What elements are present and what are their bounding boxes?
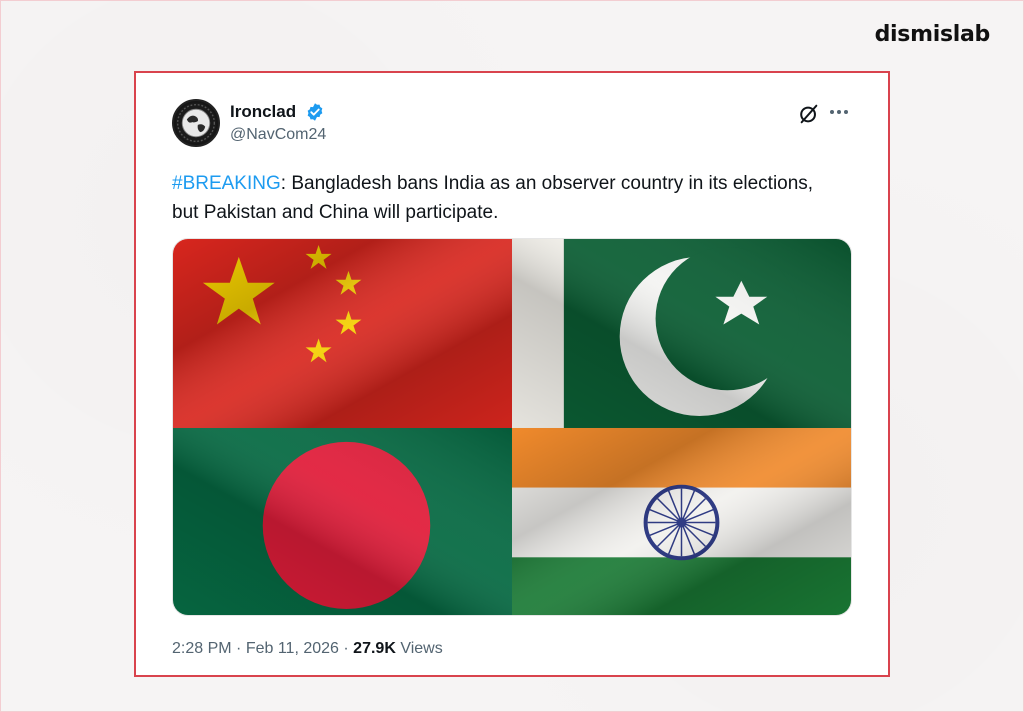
- more-options-icon[interactable]: [828, 101, 850, 123]
- brand-logo: dismislab: [874, 22, 991, 47]
- tweet-card: Ironclad @NavCom24 #BREAKING: Bangladesh…: [134, 71, 890, 677]
- author-display-name[interactable]: Ironclad: [230, 102, 296, 122]
- bangladesh-flag: [173, 427, 512, 615]
- views-count: 27.9K: [353, 640, 396, 657]
- india-flag: [512, 427, 851, 615]
- meta-separator: ·: [236, 640, 242, 657]
- views-label: Views: [400, 640, 443, 657]
- verified-badge-icon: [307, 103, 323, 121]
- tweet-text: #BREAKING: Bangladesh bans India as an o…: [172, 169, 832, 227]
- hashtag-link[interactable]: #BREAKING: [172, 173, 281, 194]
- tweet-meta: 2:28 PM · Feb 11, 2026 · 27.9K Views: [172, 640, 443, 658]
- pakistan-flag: [512, 239, 851, 428]
- china-flag: [173, 239, 512, 428]
- avatar[interactable]: [172, 99, 220, 147]
- globe-avatar-icon: [175, 102, 217, 144]
- author-handle[interactable]: @NavCom24: [230, 126, 326, 144]
- tweet-media-image[interactable]: [172, 238, 852, 616]
- tweet-date[interactable]: Feb 11, 2026: [246, 640, 339, 657]
- tweet-time[interactable]: 2:28 PM: [172, 640, 232, 657]
- meta-separator-2: ·: [343, 640, 349, 657]
- grok-icon[interactable]: [798, 103, 820, 125]
